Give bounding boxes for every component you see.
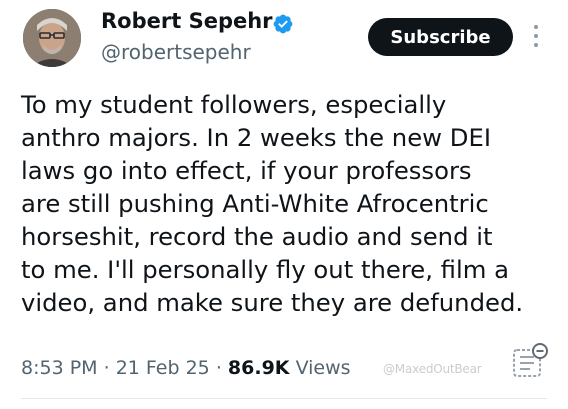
author-handle[interactable]: @robertsepehr bbox=[101, 40, 251, 64]
views-count: 86.9K bbox=[227, 357, 290, 379]
tweet-text-line: anthro majors. In 2 weeks the new DEI bbox=[21, 123, 491, 152]
meta-separator: · bbox=[215, 357, 222, 379]
tweet-text: To my student followers, especially anth… bbox=[21, 88, 561, 319]
divider bbox=[21, 398, 547, 399]
watermark-text: @MaxedOutBear bbox=[383, 362, 482, 376]
tweet-text-line: are still pushing Anti-White Afrocentric bbox=[21, 189, 489, 218]
author-name[interactable]: Robert Sepehr bbox=[101, 9, 273, 33]
tweet-card: Robert Sepehr @robertsepehr Subscribe To… bbox=[0, 0, 568, 409]
views-label: Views bbox=[295, 357, 351, 379]
tweet-meta: 8:53 PM · 21 Feb 25 · 86.9K Views bbox=[21, 357, 351, 379]
tweet-date[interactable]: 21 Feb 25 bbox=[116, 357, 210, 379]
tweet-text-line: video, and make sure they are defunded. bbox=[21, 288, 524, 317]
avatar-portrait-icon bbox=[23, 9, 81, 67]
tweet-text-line: laws go into effect, if your professors bbox=[21, 156, 472, 185]
maxedoutbear-logo-icon bbox=[513, 343, 548, 377]
avatar[interactable] bbox=[23, 9, 81, 67]
more-vertical-icon[interactable] bbox=[531, 25, 541, 51]
tweet-text-line: to me. I'll personally fly out there, fi… bbox=[21, 255, 510, 284]
verified-badge-icon bbox=[273, 14, 293, 34]
meta-separator: · bbox=[103, 357, 110, 379]
tweet-time[interactable]: 8:53 PM bbox=[21, 357, 98, 379]
tweet-text-line: To my student followers, especially bbox=[21, 90, 447, 119]
subscribe-button[interactable]: Subscribe bbox=[368, 18, 513, 56]
tweet-text-line: horseshit, record the audio and send it bbox=[21, 222, 493, 251]
